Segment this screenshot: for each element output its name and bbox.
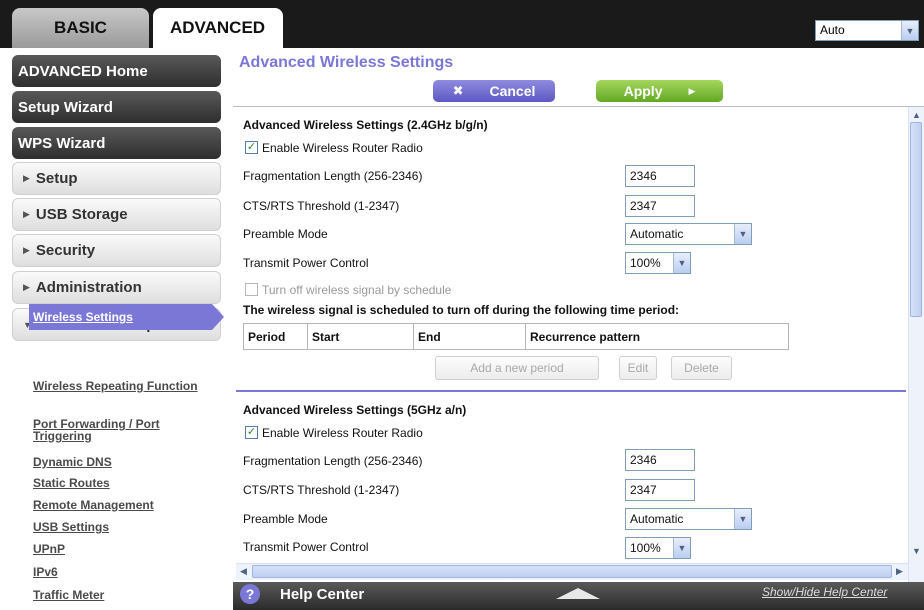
chevron-down-icon: ▼ (901, 21, 918, 40)
frag-5-label: Fragmentation Length (256-2346) (243, 454, 423, 468)
help-question-icon[interactable]: ? (240, 584, 260, 604)
enable-radio-5-label: Enable Wireless Router Radio (262, 426, 423, 440)
submenu-upnp[interactable]: UPnP (33, 543, 213, 555)
submenu-port-forwarding[interactable]: Port Forwarding / Port Triggering (33, 418, 213, 442)
chevron-down-icon: ▼ (734, 509, 751, 529)
close-icon: ✖ (452, 83, 464, 98)
language-select-value: Auto (820, 23, 845, 37)
section-divider (236, 390, 906, 392)
frag-5-input[interactable]: 2346 (625, 449, 695, 471)
submenu-remote-management[interactable]: Remote Management (33, 499, 213, 511)
sidebar-setup[interactable]: ▶ Setup (12, 162, 221, 195)
sidebar-administration[interactable]: ▶ Administration (12, 271, 221, 304)
schedule-label: Turn off wireless signal by schedule (262, 283, 452, 297)
sidebar-setup-label: Setup (35, 170, 78, 187)
triangle-right-icon: ▶ (23, 282, 30, 292)
cts-24-label: CTS/RTS Threshold (1-2347) (243, 199, 400, 213)
frag-24-input[interactable]: 2346 (625, 165, 695, 187)
enable-radio-5-checkbox[interactable]: ✓ (245, 426, 258, 439)
apply-button-label: Apply (623, 83, 663, 99)
preamble-24-select[interactable]: Automatic ▼ (625, 223, 752, 245)
scroll-left-icon[interactable]: ◀ (240, 566, 247, 577)
power-5-select[interactable]: 100% ▼ (625, 537, 691, 559)
sidebar-usb-storage[interactable]: ▶ USB Storage (12, 198, 221, 231)
section-5ghz-title: Advanced Wireless Settings (5GHz a/n) (243, 403, 467, 417)
horizontal-scroll-thumb[interactable] (252, 565, 892, 578)
frag-24-label: Fragmentation Length (256-2346) (243, 169, 423, 183)
preamble-5-value: Automatic (630, 512, 684, 526)
power-5-label: Transmit Power Control (243, 540, 369, 554)
show-hide-help-link[interactable]: Show/Hide Help Center (762, 585, 887, 599)
submenu-wireless-repeating[interactable]: Wireless Repeating Function (33, 380, 213, 392)
schedule-checkbox[interactable] (245, 283, 258, 296)
submenu-dynamic-dns[interactable]: Dynamic DNS (33, 456, 213, 468)
schedule-note: The wireless signal is scheduled to turn… (243, 303, 680, 317)
submenu-traffic-meter[interactable]: Traffic Meter (33, 589, 213, 601)
preamble-5-select[interactable]: Automatic ▼ (625, 508, 752, 530)
power-24-value: 100% (630, 256, 661, 270)
triangle-right-icon: ▶ (23, 173, 30, 183)
table-header-recurrence: Recurrence pattern (530, 329, 641, 344)
submenu-usb-settings[interactable]: USB Settings (33, 521, 213, 533)
scroll-down-icon[interactable]: ▼ (912, 546, 921, 556)
preamble-24-label: Preamble Mode (243, 227, 328, 241)
triangle-right-icon: ▶ (23, 245, 30, 255)
sidebar-wps-wizard[interactable]: WPS Wizard (12, 127, 221, 159)
preamble-5-label: Preamble Mode (243, 512, 328, 526)
enable-radio-24-label: Enable Wireless Router Radio (262, 141, 423, 155)
submenu-wireless-settings[interactable]: Wireless Settings (29, 304, 224, 330)
tab-basic[interactable]: BASIC (12, 8, 149, 48)
power-5-value: 100% (630, 541, 661, 555)
sidebar-setup-wizard[interactable]: Setup Wizard (12, 91, 221, 123)
chevron-down-icon: ▼ (673, 253, 690, 273)
power-24-select[interactable]: 100% ▼ (625, 252, 691, 274)
add-period-button[interactable]: Add a new period (435, 356, 599, 380)
table-header-period: Period (244, 324, 308, 349)
arrow-right-icon: ▶ (688, 85, 696, 96)
sidebar-security[interactable]: ▶ Security (12, 234, 221, 267)
caret-up-icon[interactable] (556, 588, 600, 599)
scroll-up-icon[interactable]: ▲ (912, 110, 921, 120)
cts-5-label: CTS/RTS Threshold (1-2347) (243, 483, 400, 497)
sidebar-advanced-home[interactable]: ADVANCED Home (12, 55, 221, 87)
table-header-end: End (414, 324, 526, 349)
sidebar-security-label: Security (35, 242, 96, 259)
page-title: Advanced Wireless Settings (239, 54, 454, 71)
section-24ghz-title: Advanced Wireless Settings (2.4GHz b/g/n… (243, 118, 488, 132)
chevron-down-icon: ▼ (734, 224, 751, 244)
table-header-start: Start (308, 324, 414, 349)
apply-button[interactable]: Apply ▶ (596, 80, 723, 102)
edit-button[interactable]: Edit (619, 356, 657, 380)
cts-5-input[interactable]: 2347 (625, 479, 695, 501)
cancel-button-label: Cancel (489, 83, 536, 99)
vertical-scroll-thumb[interactable] (910, 122, 922, 317)
preamble-24-value: Automatic (630, 227, 684, 241)
triangle-right-icon: ▶ (23, 209, 30, 219)
tab-advanced[interactable]: ADVANCED (153, 8, 283, 48)
language-select[interactable]: Auto ▼ (815, 20, 919, 41)
submenu-static-routes[interactable]: Static Routes (33, 477, 213, 489)
sidebar-administration-label: Administration (35, 279, 142, 296)
submenu-ipv6[interactable]: IPv6 (33, 566, 213, 578)
chevron-down-icon: ▼ (673, 538, 690, 558)
sidebar-usb-storage-label: USB Storage (35, 206, 128, 223)
delete-button[interactable]: Delete (671, 356, 732, 380)
cancel-button[interactable]: ✖ Cancel (433, 80, 555, 102)
cts-24-input[interactable]: 2347 (625, 195, 695, 217)
scroll-right-icon[interactable]: ▶ (896, 566, 903, 577)
power-24-label: Transmit Power Control (243, 256, 369, 270)
schedule-table-header: Period Start End Recurrence pattern (243, 323, 789, 350)
help-center-label[interactable]: Help Center (280, 586, 364, 603)
enable-radio-24-checkbox[interactable]: ✓ (245, 141, 258, 154)
